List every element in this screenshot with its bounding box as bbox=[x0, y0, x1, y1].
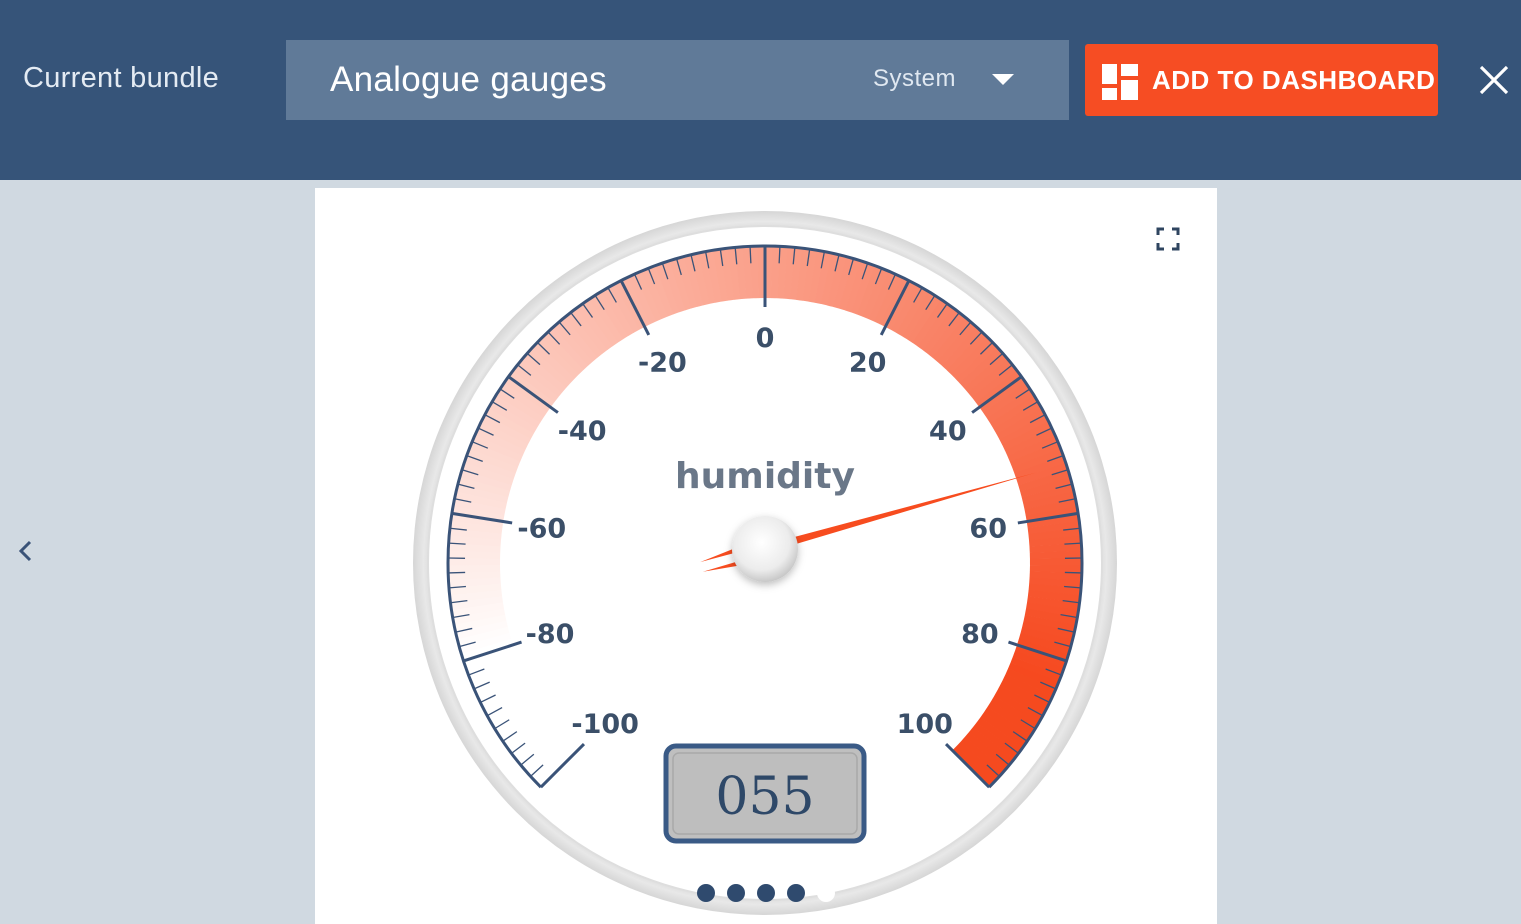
gauge-readout: 055 bbox=[715, 767, 814, 827]
carousel-dot[interactable] bbox=[697, 884, 715, 902]
chevron-left-icon bbox=[18, 540, 32, 562]
previous-button[interactable] bbox=[14, 536, 40, 566]
gauge-tick-label: 20 bbox=[849, 348, 887, 379]
gauge-hub bbox=[732, 516, 798, 582]
close-icon bbox=[1479, 65, 1509, 95]
gauge-band-segment bbox=[1029, 558, 1082, 566]
current-bundle-label: Current bundle bbox=[23, 62, 220, 94]
gauge-minor-tick bbox=[1064, 571, 1082, 574]
gauge-readout-box: 055 bbox=[663, 743, 867, 844]
carousel-dot[interactable] bbox=[787, 884, 805, 902]
add-to-dashboard-button[interactable]: ADD TO DASHBOARD bbox=[1085, 44, 1438, 116]
gauge-tick-label: -20 bbox=[638, 348, 687, 379]
gauge-tick-label: 60 bbox=[969, 514, 1007, 545]
gauge-title: humidity bbox=[675, 456, 855, 497]
gauge-card: -100 -80 -60 -40 -20 0 20 40 60 80 100 humidity 05… bbox=[315, 188, 1217, 924]
gauge-tick-label: -100 bbox=[571, 709, 639, 740]
carousel-dot[interactable] bbox=[757, 884, 775, 902]
gauge-tick-label: -40 bbox=[558, 416, 607, 447]
gauge-tick-label: 40 bbox=[929, 416, 967, 447]
carousel-dot-active[interactable] bbox=[817, 884, 835, 902]
add-to-dashboard-label: ADD TO DASHBOARD bbox=[1152, 65, 1436, 95]
bundle-scope: System bbox=[873, 65, 957, 92]
humidity-gauge: -100 -80 -60 -40 -20 0 20 40 60 80 100 humidity 05… bbox=[413, 211, 1117, 915]
gauge-tick-label: 0 bbox=[756, 323, 775, 354]
bundle-selector[interactable]: Analogue gauges System bbox=[286, 40, 1069, 120]
dashboard-icon bbox=[1102, 64, 1138, 100]
gauge-tick-label: 80 bbox=[961, 619, 999, 650]
gauge-tick-label: 100 bbox=[897, 709, 953, 740]
close-button[interactable] bbox=[1478, 64, 1510, 96]
fullscreen-button[interactable] bbox=[1155, 226, 1181, 252]
gauge-tick-label: -60 bbox=[517, 514, 566, 545]
caret-down-icon bbox=[992, 74, 1014, 85]
fullscreen-icon bbox=[1156, 227, 1180, 251]
top-bar: Current bundle Analogue gauges System AD… bbox=[0, 0, 1521, 180]
carousel-dot[interactable] bbox=[727, 884, 745, 902]
gauge-tick-label: -80 bbox=[526, 619, 575, 650]
gauge-minor-tick bbox=[448, 571, 466, 574]
bundle-name: Analogue gauges bbox=[330, 60, 607, 99]
gauge-minor-tick bbox=[749, 246, 752, 264]
gauge-minor-tick bbox=[778, 246, 781, 264]
gauge-band-segment bbox=[448, 557, 501, 566]
